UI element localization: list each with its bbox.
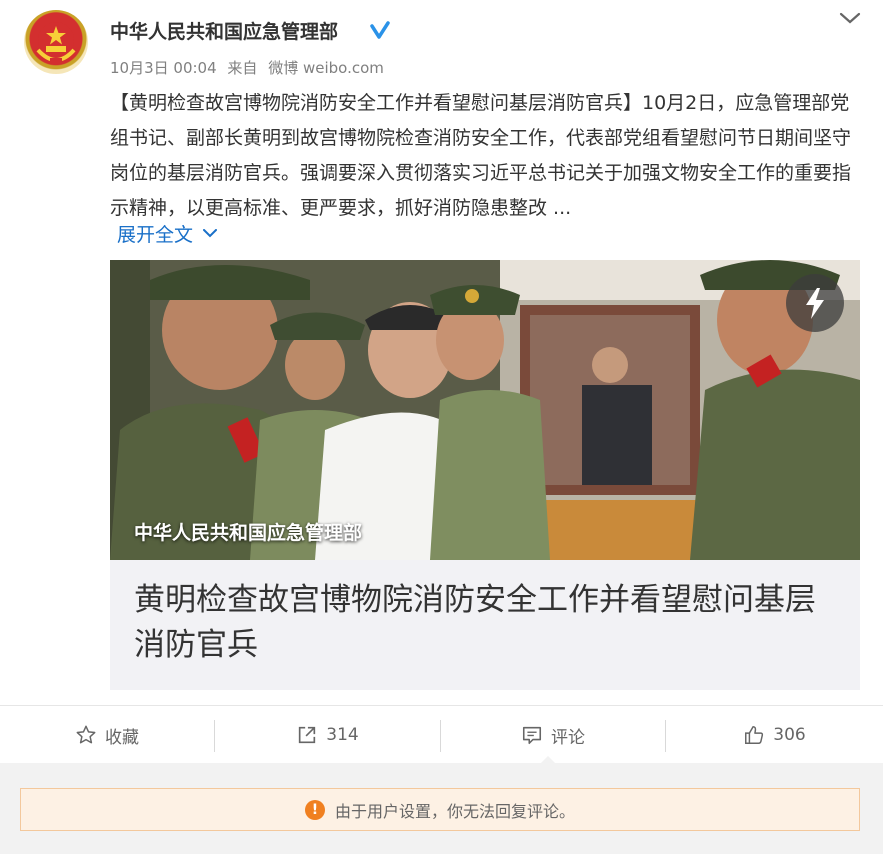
comment-label: 评论: [551, 727, 585, 748]
action-bar: 收藏 314 评论 306: [0, 705, 883, 763]
star-icon: [76, 725, 96, 744]
post-timestamp[interactable]: 10月3日 00:04: [110, 59, 217, 77]
share-icon: [299, 726, 316, 744]
comment-icon: [522, 726, 542, 745]
like-count: 306: [773, 725, 806, 745]
expand-full-text-link[interactable]: 展开全文: [117, 220, 218, 247]
officials-inspection-photo: [110, 260, 860, 560]
national-emblem-icon: [36, 22, 76, 64]
author-name[interactable]: 中华人民共和国应急管理部: [110, 17, 338, 44]
avatar[interactable]: [24, 10, 88, 74]
comment-area: ! 由于用户设置，你无法回复评论。: [0, 763, 883, 854]
comment-disabled-notice: ! 由于用户设置，你无法回复评论。: [20, 788, 860, 831]
weibo-post-card: 中华人民共和国应急管理部 10月3日 00:04 来自 微博 weibo.com…: [0, 0, 883, 706]
chevron-down-icon[interactable]: [838, 10, 862, 26]
warning-icon: !: [304, 799, 325, 820]
like-button[interactable]: 306: [666, 706, 883, 764]
repost-button[interactable]: 314: [215, 706, 440, 764]
thumbs-up-icon: [745, 726, 764, 744]
verified-icon: [370, 21, 390, 39]
lightning-icon: [806, 288, 824, 319]
lightning-button[interactable]: [786, 274, 844, 332]
post-body: 【黄明检查故宫博物院消防安全工作并看望慰问基层消防官兵】10月2日，应急管理部党…: [110, 92, 852, 219]
post-meta: 10月3日 00:04 来自 微博 weibo.com: [110, 57, 390, 78]
media-card[interactable]: 中华人民共和国应急管理部 黄明检查故宫博物院消防安全工作并看望慰问基层消防官兵: [110, 260, 860, 690]
source-prefix: 来自: [227, 59, 258, 77]
repost-count: 314: [326, 725, 359, 745]
article-title[interactable]: 黄明检查故宫博物院消防安全工作并看望慰问基层消防官兵: [110, 560, 860, 690]
photo-watermark: 中华人民共和国应急管理部: [134, 522, 363, 544]
expand-label: 展开全文: [117, 224, 194, 246]
favorite-button[interactable]: 收藏: [0, 706, 214, 764]
article-photo[interactable]: 中华人民共和国应急管理部: [110, 260, 860, 560]
notice-text: 由于用户设置，你无法回复评论。: [334, 801, 575, 821]
chevron-down-icon: [203, 229, 218, 238]
favorite-label: 收藏: [105, 727, 139, 748]
post-source: 微博 weibo.com: [268, 59, 384, 77]
